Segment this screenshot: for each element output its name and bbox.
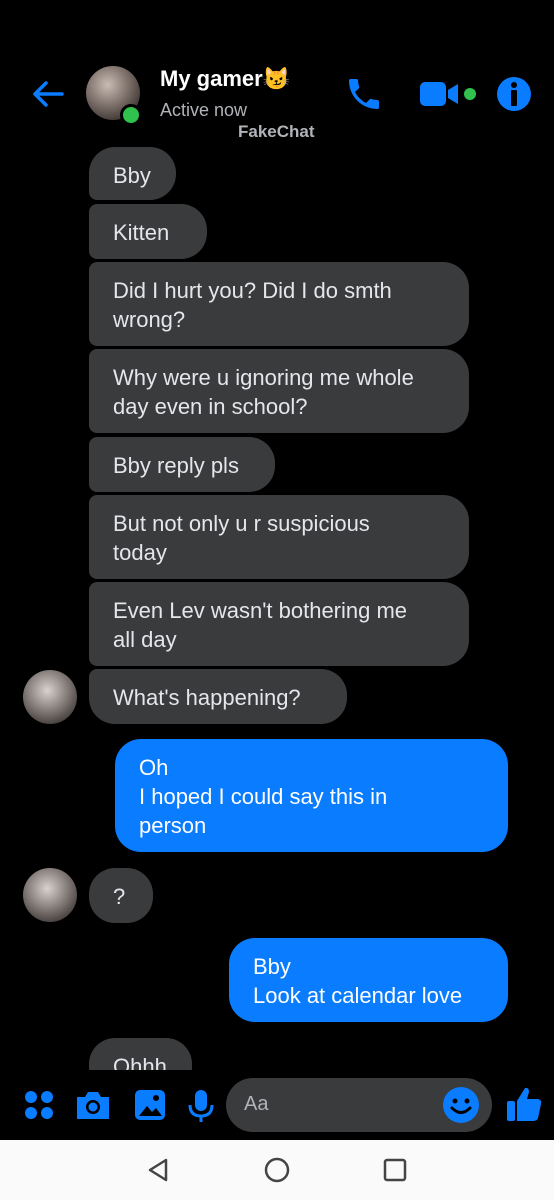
message-bubble-outgoing[interactable]: Bby Look at calendar love — [229, 938, 508, 1022]
online-status-dot — [120, 104, 142, 126]
apps-icon[interactable] — [22, 1088, 56, 1122]
message-text: What's happening? — [113, 685, 301, 710]
message-text: Even Lev wasn't bothering me all day — [113, 598, 408, 652]
message-bubble-incoming[interactable]: What's happening? — [89, 669, 347, 724]
sender-avatar[interactable] — [23, 670, 77, 724]
message-bubble-incoming[interactable]: Did I hurt you? Did I do smth wrong? — [89, 262, 469, 346]
message-text: But not only u r suspicious today — [113, 511, 370, 565]
message-bubble-incoming[interactable]: Even Lev wasn't bothering me all day — [89, 582, 469, 666]
emoji-icon[interactable] — [442, 1086, 480, 1124]
message-text: Bby — [113, 163, 151, 188]
message-text: ? — [113, 884, 126, 909]
message-bubble-incoming[interactable]: But not only u r suspicious today — [89, 495, 469, 579]
message-text: Why were u ignoring me whole day even in… — [113, 365, 414, 419]
phone-icon[interactable] — [344, 74, 384, 114]
message-bubble-incoming[interactable]: ? — [89, 868, 153, 923]
chat-header: My gamer😼 Active now FakeChat — [0, 0, 554, 145]
message-bubble-outgoing[interactable]: Oh I hoped I could say this in person — [115, 739, 508, 852]
sender-avatar[interactable] — [23, 868, 77, 922]
nav-recents-icon[interactable] — [381, 1156, 409, 1184]
message-composer: Aa — [0, 1070, 554, 1140]
video-camera-icon[interactable] — [418, 78, 482, 110]
gallery-icon[interactable] — [133, 1088, 167, 1122]
nav-back-icon[interactable] — [144, 1156, 172, 1184]
microphone-icon[interactable] — [186, 1088, 216, 1124]
message-text: Did I hurt you? Did I do smth wrong? — [113, 278, 392, 332]
thumbs-up-icon[interactable] — [504, 1084, 544, 1124]
contact-name[interactable]: My gamer😼 — [160, 66, 290, 92]
system-navigation-bar — [0, 1140, 554, 1200]
camera-icon[interactable] — [74, 1088, 112, 1122]
message-bubble-incoming[interactable]: Kitten — [89, 204, 207, 259]
message-text: Oh I hoped I could say this in person — [139, 755, 388, 838]
message-input-placeholder: Aa — [244, 1093, 269, 1115]
active-status: Active now — [160, 100, 248, 120]
message-text: Bby Look at calendar love — [253, 954, 463, 1008]
info-icon[interactable] — [494, 74, 534, 114]
back-arrow-icon[interactable] — [28, 74, 68, 114]
message-bubble-incoming[interactable]: Bby reply pls — [89, 437, 275, 492]
message-text: Bby reply pls — [113, 453, 239, 478]
message-bubble-incoming[interactable]: Why were u ignoring me whole day even in… — [89, 349, 469, 433]
message-bubble-incoming[interactable]: Bby — [89, 147, 176, 200]
message-input[interactable]: Aa — [226, 1078, 492, 1132]
nav-home-icon[interactable] — [263, 1156, 291, 1184]
message-text: Kitten — [113, 220, 170, 245]
watermark-label: FakeChat — [238, 122, 315, 141]
